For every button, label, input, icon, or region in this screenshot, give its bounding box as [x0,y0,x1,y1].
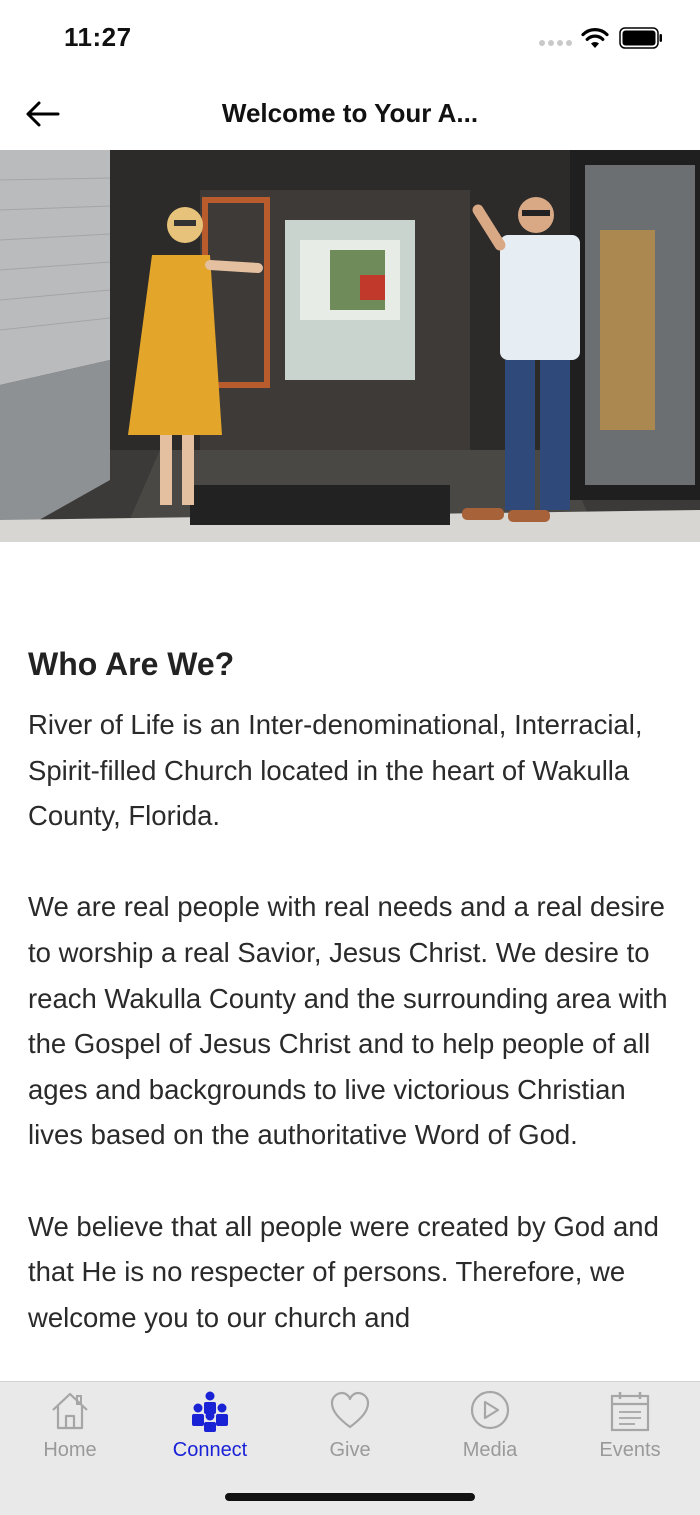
tab-give[interactable]: Give [280,1382,420,1472]
status-time: 11:27 [64,22,132,52]
section-heading: Who Are We? [28,646,235,682]
tab-events[interactable]: Events [560,1382,700,1472]
wifi-icon [581,28,609,48]
article-content: Who Are We? River of Life is an Inter-de… [28,640,678,1381]
tab-label: Connect [172,1439,248,1461]
page-title: Welcome to Your A... [221,98,479,128]
tab-label: Events [599,1439,661,1461]
tab-home[interactable]: Home [0,1382,140,1472]
home-icon [52,1392,88,1430]
status-bar: 11:27 [0,0,700,78]
tab-label: Give [329,1439,371,1461]
cellular-signal-icon [539,40,572,46]
back-button[interactable] [18,92,66,136]
paragraph: We believe that all people were created … [28,1210,659,1333]
tab-label: Home [43,1439,97,1461]
hero-image [0,150,700,542]
calendar-icon [610,1392,650,1432]
tab-label: Media [462,1439,518,1461]
battery-icon [619,27,662,49]
tab-media[interactable]: Media [420,1382,560,1472]
heart-icon [330,1391,370,1429]
navigation-bar: Welcome to Your A... [0,78,700,150]
home-indicator[interactable] [225,1493,475,1501]
paragraph: River of Life is an Inter-denominational… [28,709,643,832]
people-icon [192,1391,228,1432]
paragraph: We are real people with real needs and a… [28,891,668,1151]
tab-connect[interactable]: Connect [140,1382,280,1472]
arrow-left-icon [26,101,60,127]
play-icon [470,1390,510,1430]
